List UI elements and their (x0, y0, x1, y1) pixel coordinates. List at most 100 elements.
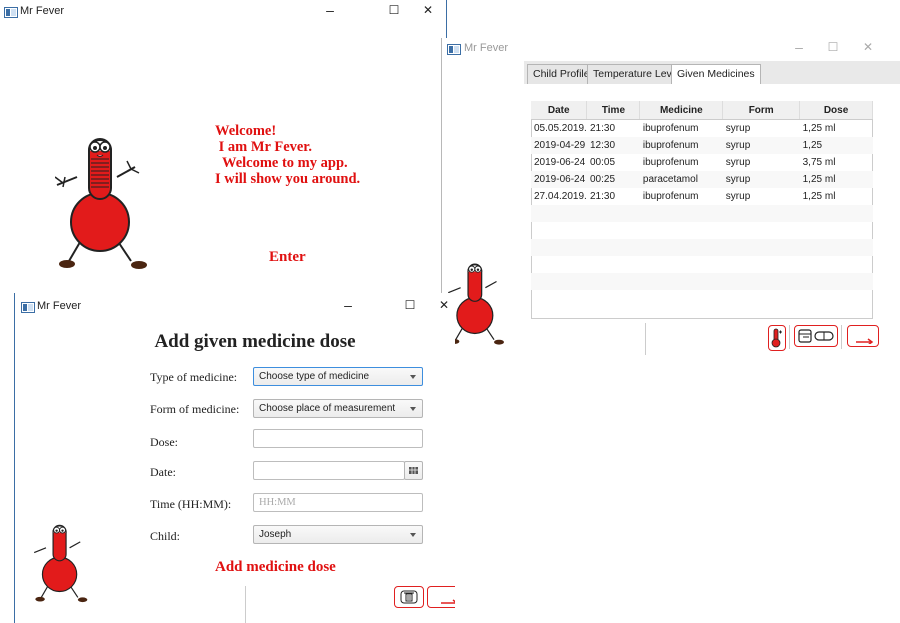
page-title: Add given medicine dose (154, 331, 356, 352)
chevron-down-icon (410, 407, 416, 411)
column-header-form[interactable]: Form (722, 101, 801, 120)
table-row[interactable]: 05.05.2019. 21:30 ibuprofenum syrup 1,25… (531, 120, 873, 138)
cell-time: 00:05 (589, 157, 616, 168)
select-value: Choose type of medicine (259, 371, 370, 382)
empty-row (531, 290, 873, 307)
close-icon[interactable]: ✕ (421, 3, 435, 17)
title-bar[interactable]: Mr Fever – ☐ ✕ (15, 293, 455, 317)
chevron-down-icon (410, 533, 416, 537)
medicines-window: Mr Fever – ☐ ✕ Child Profile Temperature… (441, 38, 900, 360)
form-label: Form of medicine: (150, 402, 240, 416)
column-header-date[interactable]: Date (531, 101, 588, 120)
cell-date: 2019-06-24 (531, 171, 587, 188)
minimize-icon[interactable]: – (792, 39, 806, 55)
cell-date: 2019-06-24 (534, 157, 586, 168)
temperature-button[interactable] (768, 325, 786, 351)
medicine-button[interactable] (794, 325, 838, 347)
table-row[interactable]: 27.04.2019. 21:30 ibuprofenum syrup 1,25… (531, 188, 873, 205)
thermometer-icon (771, 328, 782, 348)
cell-time: 21:30 (589, 123, 616, 134)
cell-medicine: ibuprofenum (642, 157, 699, 168)
empty-row (531, 205, 873, 222)
table-row[interactable]: 2019-06-24 00:05 ibuprofenum syrup 3,75 … (531, 154, 873, 171)
maximize-icon[interactable]: ☐ (826, 40, 840, 54)
window-title: Mr Fever (37, 300, 81, 312)
medicine-icon (798, 329, 834, 343)
cell-time: 12:30 (586, 137, 640, 154)
date-picker-button[interactable] (404, 461, 423, 480)
empty-row (531, 256, 873, 273)
cell-form: syrup (722, 171, 800, 188)
cell-date: 05.05.2019. (534, 123, 587, 134)
column-header-time[interactable]: Time (586, 101, 641, 120)
column-header-medicine[interactable]: Medicine (639, 101, 724, 120)
close-icon[interactable]: ✕ (861, 40, 875, 54)
enter-button[interactable]: Enter (269, 249, 306, 266)
dose-input[interactable] (253, 429, 423, 448)
medicine-form-select[interactable]: Choose place of measurement (253, 399, 423, 418)
cell-dose: 1,25 ml (799, 171, 873, 188)
cell-form: syrup (725, 123, 751, 134)
close-icon[interactable]: ✕ (437, 298, 451, 312)
trash-icon (400, 590, 418, 604)
app-icon (4, 7, 18, 18)
time-label: Time (HH:MM): (150, 497, 232, 511)
date-label: Date: (150, 465, 176, 479)
welcome-window: Mr Fever – ☐ ✕ Welcome! I am Mr Fever. W… (0, 0, 447, 300)
type-label: Type of medicine: (150, 370, 238, 384)
divider (841, 325, 842, 349)
add-dose-window: Mr Fever – ☐ ✕ Add given medicine dose T… (14, 293, 455, 623)
cell-dose: 3,75 ml (802, 157, 836, 168)
title-bar[interactable]: Mr Fever – ☐ ✕ (0, 0, 446, 24)
cell-medicine: ibuprofenum (642, 191, 699, 202)
time-input[interactable]: HH:MM (253, 493, 423, 512)
date-input[interactable] (253, 461, 405, 480)
cell-dose: 1,25 (799, 137, 873, 154)
table-header-row: Date Time Medicine Form Dose (531, 101, 873, 120)
select-value: Joseph (259, 529, 292, 540)
back-arrow-icon (856, 338, 874, 344)
minimize-icon[interactable]: – (341, 297, 355, 313)
column-header-dose[interactable]: Dose (799, 101, 873, 120)
medicines-table[interactable]: Date Time Medicine Form Dose 05.05.2019.… (531, 101, 873, 307)
tab-child-profile[interactable]: Child Profile (527, 64, 596, 84)
maximize-icon[interactable]: ☐ (387, 3, 401, 17)
child-select[interactable]: Joseph (253, 525, 423, 544)
delete-button[interactable] (394, 586, 424, 608)
select-value: Choose place of measurement (259, 403, 396, 414)
cell-medicine: paracetamol (639, 171, 723, 188)
divider (245, 586, 246, 623)
cell-dose: 1,25 ml (802, 123, 836, 134)
table-row[interactable]: 2019-04-29 12:30 ibuprofenum syrup 1,25 (531, 137, 873, 154)
empty-row (531, 273, 873, 290)
table-row[interactable]: 2019-06-24 00:25 paracetamol syrup 1,25 … (531, 171, 873, 188)
tab-bar: Child Profile Temperature Levels Given M… (524, 61, 900, 84)
app-icon (447, 44, 461, 55)
chevron-down-icon (410, 375, 416, 379)
back-button[interactable] (427, 586, 455, 608)
window-title: Mr Fever (464, 42, 508, 54)
welcome-message: Welcome! I am Mr Fever. Welcome to my ap… (215, 123, 361, 187)
maximize-icon[interactable]: ☐ (403, 298, 417, 312)
cell-date: 27.04.2019. (534, 191, 587, 202)
divider (789, 325, 790, 349)
cell-time: 21:30 (589, 191, 616, 202)
medicine-type-select[interactable]: Choose type of medicine (253, 367, 423, 386)
divider (645, 323, 646, 355)
add-medicine-dose-button[interactable]: Add medicine dose (215, 559, 336, 576)
app-icon (21, 302, 35, 313)
mr-fever-mascot (33, 524, 88, 603)
cell-medicine: ibuprofenum (639, 137, 723, 154)
cell-form: syrup (725, 191, 751, 202)
back-button[interactable] (847, 325, 879, 347)
mr-fever-mascot (448, 263, 504, 345)
time-placeholder: HH:MM (259, 497, 296, 508)
window-title: Mr Fever (20, 5, 64, 17)
cell-medicine: ibuprofenum (642, 123, 699, 134)
tab-given-medicines[interactable]: Given Medicines (671, 64, 761, 84)
minimize-icon[interactable]: – (323, 2, 337, 18)
cell-time: 00:25 (586, 171, 640, 188)
cell-form: syrup (725, 157, 751, 168)
mr-fever-mascot (55, 138, 147, 269)
title-bar[interactable]: Mr Fever – ☐ ✕ (442, 38, 900, 62)
